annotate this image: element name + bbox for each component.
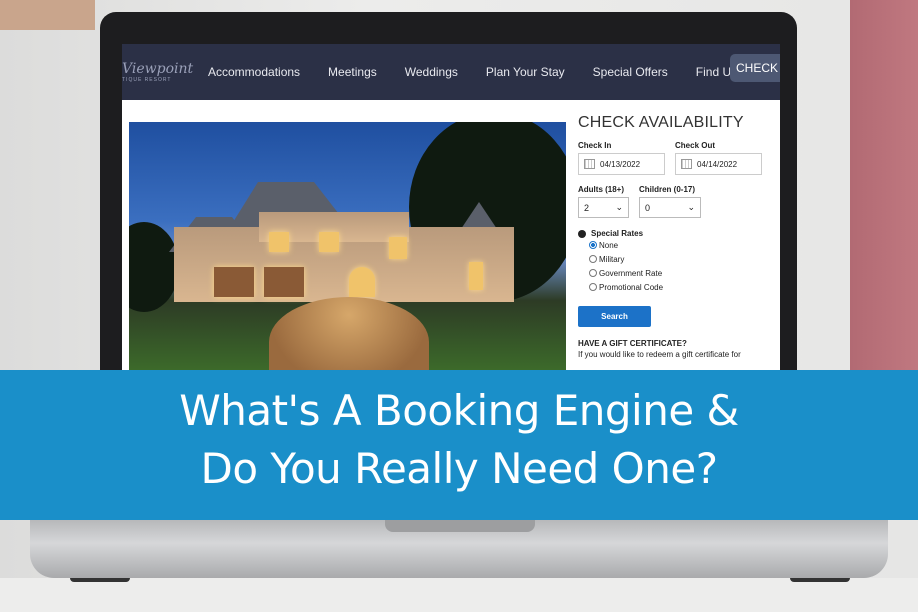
pink-wall-panel: [850, 0, 918, 370]
sticky-note: [0, 0, 95, 30]
laptop-screen: Viewpoint TIQUE RESORT Accommodations Mee…: [122, 44, 780, 370]
nav-plan-your-stay[interactable]: Plan Your Stay: [486, 65, 565, 79]
gift-text: If you would like to redeem a gift certi…: [578, 350, 741, 359]
check-in-input[interactable]: 04/13/2022: [578, 153, 665, 175]
rate-government[interactable]: Government Rate: [589, 266, 778, 280]
children-label: Children (0-17): [639, 185, 696, 194]
logo-subtitle: TIQUE RESORT: [122, 76, 172, 83]
logo-text: Viewpoint: [122, 60, 194, 77]
radio-icon: [589, 269, 597, 277]
nav-accommodations[interactable]: Accommodations: [208, 65, 300, 79]
site-nav: Viewpoint TIQUE RESORT Accommodations Mee…: [122, 44, 780, 100]
special-rates-toggle[interactable]: Special Rates: [578, 229, 778, 238]
driveway: [269, 297, 429, 370]
check-out-input[interactable]: 04/14/2022: [675, 153, 762, 175]
check-out-label: Check Out: [675, 141, 716, 150]
rate-military[interactable]: Military: [589, 252, 778, 266]
headline-banner: What's A Booking Engine & Do You Really …: [0, 370, 918, 520]
nav-meetings[interactable]: Meetings: [328, 65, 377, 79]
rate-label: Military: [599, 254, 625, 264]
gift-title: HAVE A GIFT CERTIFICATE?: [578, 339, 687, 348]
nav-weddings[interactable]: Weddings: [405, 65, 458, 79]
headline-line-1: What's A Booking Engine &: [179, 386, 739, 435]
check-in-label: Check In: [578, 141, 612, 150]
children-value: 0: [645, 202, 651, 213]
radio-selected-icon: [589, 241, 597, 249]
search-button[interactable]: Search: [578, 306, 651, 327]
calendar-icon: [584, 159, 595, 169]
chevron-down-icon: ⌄: [687, 202, 695, 212]
form-title: CHECK AVAILABILITY: [578, 114, 744, 131]
nav-special-offers[interactable]: Special Offers: [593, 65, 668, 79]
logo[interactable]: Viewpoint TIQUE RESORT: [122, 62, 194, 83]
resort-photo: [129, 122, 566, 370]
check-in-value: 04/13/2022: [600, 159, 641, 169]
children-select[interactable]: 0 ⌄: [639, 197, 701, 218]
rate-label: None: [599, 240, 619, 250]
rate-label: Government Rate: [599, 268, 663, 278]
adults-select[interactable]: 2 ⌄: [578, 197, 629, 218]
special-rates-label: Special Rates: [591, 229, 644, 238]
laptop-notch: [385, 520, 535, 532]
adults-value: 2: [584, 202, 590, 213]
radio-icon: [589, 255, 597, 263]
desk: [0, 578, 918, 612]
radio-icon: [589, 283, 597, 291]
adults-label: Adults (18+): [578, 185, 625, 194]
calendar-icon: [681, 159, 692, 169]
minus-circle-icon: [578, 229, 586, 238]
check-availability-button[interactable]: CHECK AV: [730, 54, 780, 82]
check-out-value: 04/14/2022: [697, 159, 738, 169]
rate-promotional[interactable]: Promotional Code: [589, 280, 778, 294]
rate-label: Promotional Code: [599, 282, 664, 292]
booking-form: CHECK AVAILABILITY Check In 04/13/2022 C…: [578, 114, 778, 359]
headline-line-2: Do You Really Need One?: [200, 444, 718, 493]
chevron-down-icon: ⌄: [615, 202, 623, 212]
house-illustration: [169, 182, 519, 302]
rate-none[interactable]: None: [589, 238, 778, 252]
